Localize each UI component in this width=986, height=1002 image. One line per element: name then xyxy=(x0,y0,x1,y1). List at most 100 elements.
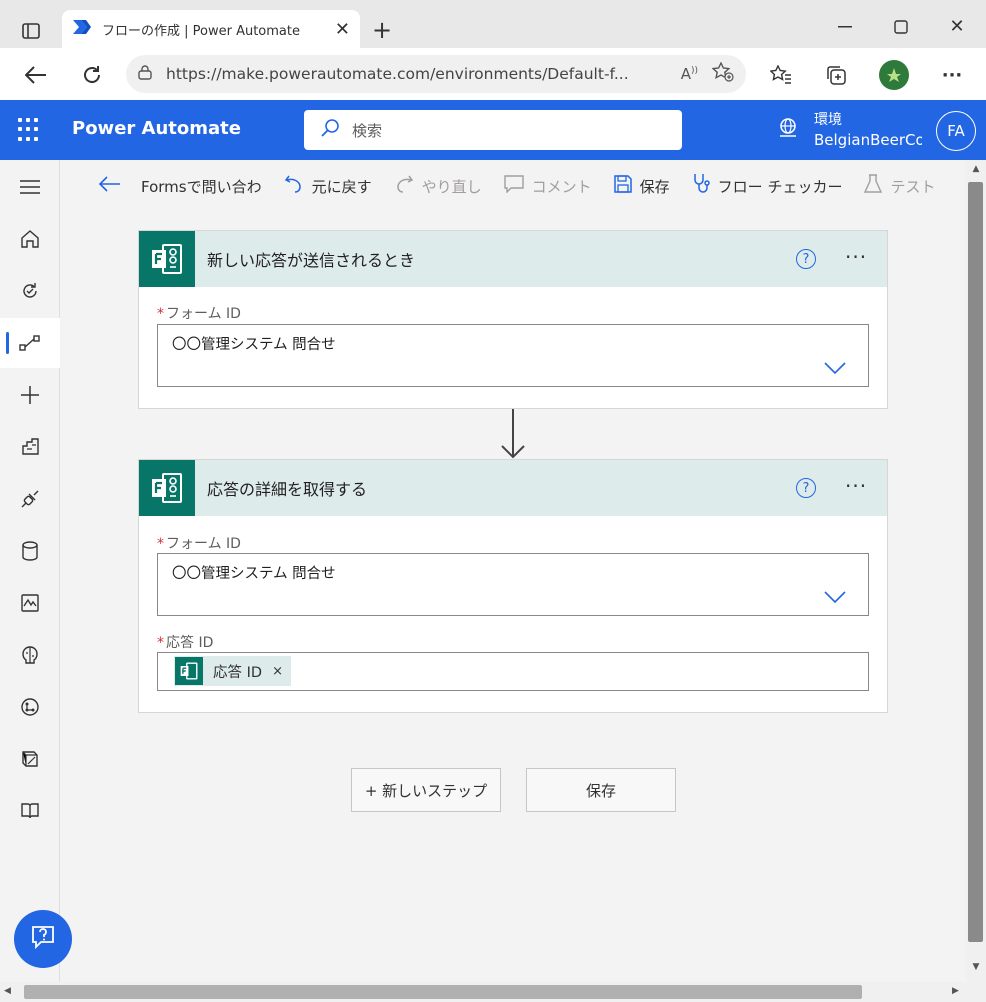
form-id-label: * フォーム ID xyxy=(157,533,241,553)
forms-icon xyxy=(139,460,195,516)
scroll-right-icon[interactable]: ▶ xyxy=(952,986,966,1000)
browser-tab[interactable]: フローの作成 | Power Automate ✕ xyxy=(62,10,360,48)
required-mark: * xyxy=(157,635,164,651)
collections-icon[interactable] xyxy=(824,63,848,87)
undo-icon xyxy=(284,174,304,198)
environment-label: 環境 xyxy=(814,112,842,128)
settings-more-icon[interactable]: ··· xyxy=(940,63,964,87)
redo-button[interactable]: やり直し xyxy=(394,174,482,198)
trigger-card-header[interactable]: 新しい応答が送信されるとき ? ··· xyxy=(139,231,887,287)
environment-name: BelgianBeerCo xyxy=(814,131,922,149)
chat-help-icon xyxy=(29,923,57,955)
nav-home-icon[interactable] xyxy=(0,214,60,264)
token-label: 応答 ID xyxy=(213,664,263,681)
nav-data-icon[interactable] xyxy=(0,526,60,576)
stethoscope-icon xyxy=(692,173,712,199)
vertical-scroll-thumb[interactable] xyxy=(968,182,983,942)
refresh-icon[interactable] xyxy=(80,63,104,87)
more-options-icon[interactable]: ··· xyxy=(845,245,867,269)
nav-learn-icon[interactable] xyxy=(0,786,60,836)
arrow-left-icon xyxy=(98,176,121,196)
chevron-down-icon[interactable] xyxy=(824,591,846,607)
comment-button[interactable]: コメント xyxy=(503,175,592,197)
nav-ai-hub-icon[interactable] xyxy=(0,630,60,680)
horizontal-scroll-thumb[interactable] xyxy=(24,985,862,999)
virtual-agent-button[interactable] xyxy=(14,910,72,968)
url-text[interactable]: https://make.powerautomate.com/environme… xyxy=(166,65,667,83)
undo-label: 元に戻す xyxy=(311,177,372,196)
undo-button[interactable]: 元に戻す xyxy=(284,174,372,198)
nav-monitor-icon[interactable] xyxy=(0,578,60,628)
get-response-card-title: 応答の詳細を取得する xyxy=(207,480,368,499)
comment-icon xyxy=(503,175,524,197)
close-window-icon[interactable]: ✕ xyxy=(946,15,968,37)
save-button[interactable]: 保存 xyxy=(526,768,676,812)
search-icon xyxy=(320,118,340,142)
flow-checker-label: フロー チェッカー xyxy=(717,177,843,196)
save-icon xyxy=(613,175,632,197)
form-id-label: * フォーム ID xyxy=(157,303,241,323)
nav-solutions-icon[interactable] xyxy=(0,734,60,784)
flow-name: Formsで問い合わ xyxy=(141,177,262,196)
test-label: テスト xyxy=(890,177,936,196)
nav-action-items-icon[interactable] xyxy=(0,266,60,316)
save-command-button[interactable]: 保存 xyxy=(613,175,670,197)
search-box[interactable]: 検索 xyxy=(304,110,682,150)
redo-label: やり直し xyxy=(421,177,482,196)
minimize-icon[interactable] xyxy=(834,16,856,38)
user-avatar[interactable]: FA xyxy=(936,111,976,151)
close-tab-icon[interactable]: ✕ xyxy=(335,19,350,40)
nav-menu-icon[interactable] xyxy=(0,162,60,212)
add-favorite-icon[interactable] xyxy=(711,61,734,86)
help-icon[interactable]: ? xyxy=(796,249,816,269)
address-bar[interactable]: https://make.powerautomate.com/environme… xyxy=(126,55,746,93)
scroll-up-icon[interactable]: ▲ xyxy=(969,164,983,178)
form-id-dropdown[interactable]: 〇〇管理システム 問合せ xyxy=(157,553,869,616)
app-name[interactable]: Power Automate xyxy=(72,118,241,139)
dynamic-content-token[interactable]: 応答 ID × xyxy=(174,656,291,686)
form-id-label-text: フォーム ID xyxy=(166,536,241,552)
flow-checker-button[interactable]: フロー チェッカー xyxy=(692,173,843,199)
lock-icon[interactable] xyxy=(138,64,152,84)
forms-icon xyxy=(139,231,195,287)
new-step-button[interactable]: + 新しいステップ xyxy=(351,768,501,812)
redo-icon xyxy=(394,174,414,198)
help-icon[interactable]: ? xyxy=(796,478,816,498)
connector-arrow-icon xyxy=(500,409,526,459)
nav-templates-icon[interactable] xyxy=(0,422,60,472)
environment-picker[interactable]: 環境 BelgianBeerCo xyxy=(776,105,922,155)
trigger-card: 新しい応答が送信されるとき ? ··· * フォーム ID 〇〇管理システム 問合… xyxy=(138,230,888,409)
chevron-down-icon[interactable] xyxy=(824,362,846,378)
save-command-label: 保存 xyxy=(639,177,670,196)
nav-my-flows-icon[interactable] xyxy=(0,318,60,368)
left-navigation xyxy=(0,160,60,1002)
more-options-icon[interactable]: ··· xyxy=(845,474,867,498)
form-id-dropdown[interactable]: 〇〇管理システム 問合せ xyxy=(157,324,869,387)
remove-token-icon[interactable]: × xyxy=(272,664,283,679)
profile-avatar[interactable] xyxy=(879,60,909,90)
form-id-value: 〇〇管理システム 問合せ xyxy=(172,337,336,353)
scroll-down-icon[interactable]: ▼ xyxy=(969,962,983,976)
nav-process-mining-icon[interactable] xyxy=(0,682,60,732)
back-to-flow-button[interactable]: Formsで問い合わ xyxy=(98,176,262,197)
environment-globe-icon xyxy=(776,116,800,144)
tab-actions-icon[interactable] xyxy=(20,20,42,42)
search-placeholder: 検索 xyxy=(352,121,383,140)
app-launcher-icon[interactable] xyxy=(18,118,42,142)
nav-create-icon[interactable] xyxy=(0,370,60,420)
flask-icon xyxy=(864,174,883,198)
scroll-left-icon[interactable]: ◀ xyxy=(4,986,18,1000)
back-arrow-icon[interactable] xyxy=(24,63,48,87)
new-tab-icon[interactable]: + xyxy=(370,16,394,44)
test-button[interactable]: テスト xyxy=(864,174,935,198)
response-id-label-text: 応答 ID xyxy=(166,635,214,651)
nav-connectors-icon[interactable] xyxy=(0,474,60,524)
favorites-icon[interactable] xyxy=(769,63,793,87)
trigger-card-title: 新しい応答が送信されるとき xyxy=(207,251,416,270)
command-bar: Formsで問い合わ 元に戻す やり直し コメント 保存 フロー チェッカー テ… xyxy=(61,160,966,212)
response-id-input[interactable]: 応答 ID × xyxy=(157,652,869,691)
read-aloud-icon[interactable]: A)) xyxy=(681,65,698,83)
required-mark: * xyxy=(157,306,164,322)
maximize-icon[interactable] xyxy=(890,16,912,38)
get-response-card-header[interactable]: 応答の詳細を取得する ? ··· xyxy=(139,460,887,516)
